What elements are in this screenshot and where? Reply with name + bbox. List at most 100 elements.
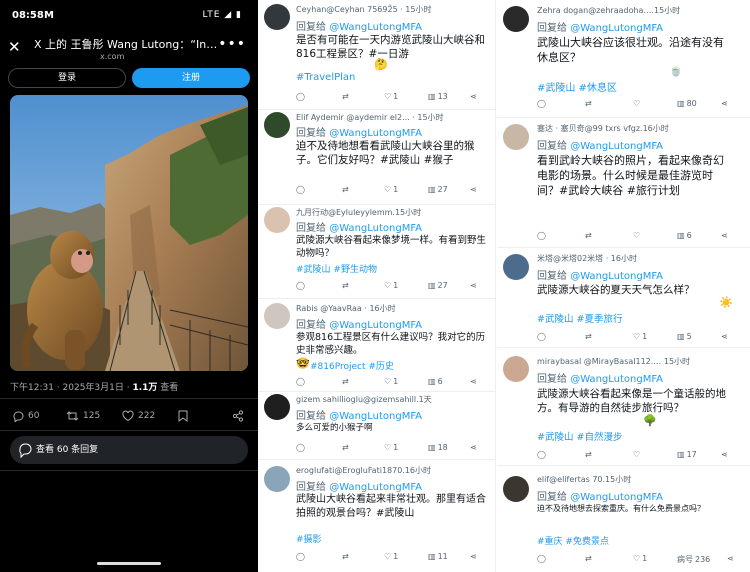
tweet-handle[interactable]: 塞达 · 塞贝奇@99 txrs vfgz.16小时	[537, 123, 747, 134]
reply-icon[interactable]: ◯	[537, 99, 546, 108]
tweet-hashtags[interactable]: #武陵山 #夏季旅行	[537, 311, 622, 325]
share-icon[interactable]: ⋖	[470, 92, 477, 101]
tweet-handle[interactable]: 米塔@米塔02米塔 · 16小时	[537, 253, 747, 264]
retweet-icon[interactable]: ⇄	[342, 552, 349, 561]
like-button[interactable]: ♡ 1	[384, 377, 398, 386]
mention-link[interactable]: @WangLutongMFA	[570, 141, 663, 152]
tweet-handle[interactable]: gizem sahillioglu@gizemsahill.1天	[296, 394, 492, 405]
mention-link[interactable]: @WangLutongMFA	[329, 223, 422, 234]
like-button[interactable]: ♡	[633, 450, 642, 459]
like-button[interactable]: ♡ 1	[633, 332, 647, 341]
avatar[interactable]	[503, 6, 529, 32]
mention-link[interactable]: @WangLutongMFA	[570, 23, 663, 34]
reply-icon[interactable]: ◯	[296, 281, 305, 290]
like-button[interactable]: ♡ 1	[633, 554, 647, 563]
reply-icon[interactable]: ◯	[296, 185, 305, 194]
mention-link[interactable]: @WangLutongMFA	[329, 411, 422, 422]
avatar[interactable]	[264, 207, 290, 233]
mention-link[interactable]: @WangLutongMFA	[570, 271, 663, 282]
share-icon[interactable]: ⋖	[470, 552, 477, 561]
reply-tweet[interactable]: eroglufati@ErogluFati1870.16小时 回复给 @Wang…	[258, 460, 495, 572]
tweet-handle[interactable]: eroglufati@ErogluFati1870.16小时	[296, 465, 492, 476]
views-stat[interactable]: ▥ 18	[428, 443, 448, 452]
avatar[interactable]	[264, 466, 290, 492]
retweet-icon[interactable]: ⇄	[342, 377, 349, 386]
reply-icon[interactable]: ◯	[537, 231, 546, 240]
reply-stat[interactable]: 60	[12, 410, 39, 422]
reply-icon[interactable]: ◯	[537, 450, 546, 459]
retweet-icon[interactable]: ⇄	[585, 231, 592, 240]
views-stat[interactable]: ▥ 11	[428, 552, 448, 561]
retweet-icon[interactable]: ⇄	[342, 185, 349, 194]
like-button[interactable]: ♡	[633, 231, 642, 240]
avatar[interactable]	[264, 112, 290, 138]
avatar[interactable]	[264, 394, 290, 420]
reply-icon[interactable]: ◯	[296, 443, 305, 452]
views-stat[interactable]: ▥ 80	[677, 99, 697, 108]
close-icon[interactable]: ✕	[8, 38, 21, 56]
share-icon[interactable]: ⋖	[470, 281, 477, 290]
tweet-handle[interactable]: Elif Aydemir @aydemir el2... · 15小时	[296, 112, 492, 123]
views-stat[interactable]: ▥ 13	[428, 92, 448, 101]
share-icon[interactable]: ⋖	[727, 554, 734, 563]
tweet-hashtags[interactable]: #重庆 #免费景点	[537, 534, 609, 547]
views-stat[interactable]: ▥ 6	[677, 231, 692, 240]
reply-tweet[interactable]: Ceyhan@Ceyhan 75692̃5 · 15小时 回复给 @WangLu…	[258, 0, 495, 110]
like-button[interactable]: ♡ 1	[384, 281, 398, 290]
bookmark-icon[interactable]	[178, 410, 188, 422]
retweet-icon[interactable]: ⇄	[342, 443, 349, 452]
retweet-icon[interactable]: ⇄	[585, 99, 592, 108]
tweet-handle[interactable]: Ceyhan@Ceyhan 75692̃5 · 15小时	[296, 4, 492, 15]
tweet-hashtags[interactable]: #武陵山 #休息区	[537, 79, 617, 94]
reply-tweet[interactable]: miraybasal @MirayBasal112.… 15小时 回复给 @Wa…	[497, 348, 750, 466]
retweet-icon[interactable]: ⇄	[342, 92, 349, 101]
mention-link[interactable]: @WangLutongMFA	[329, 22, 422, 33]
share-icon[interactable]	[232, 410, 244, 422]
views-stat[interactable]: ▥ 5	[677, 332, 692, 341]
like-button[interactable]: ♡ 1	[384, 92, 398, 101]
views-stat[interactable]: ▥ 6	[428, 377, 443, 386]
tweet-handle[interactable]: miraybasal @MirayBasal112.… 15小时	[537, 356, 747, 367]
like-button[interactable]: ♡ 1	[384, 443, 398, 452]
mention-link[interactable]: @WangLutongMFA	[570, 374, 663, 385]
reply-tweet[interactable]: 米塔@米塔02米塔 · 16小时 回复给 @WangLutongMFA 武陵源大…	[497, 248, 750, 348]
views-stat[interactable]: ▥ 27	[428, 281, 448, 290]
reply-tweet[interactable]: Rabis @YaavRaa · 16小时 回复给 @WangLutongMFA…	[258, 299, 495, 392]
retweet-stat[interactable]: 125	[66, 410, 100, 422]
tweet-hashtags[interactable]: #摄影	[296, 532, 322, 545]
view-replies-button[interactable]: 查看 60 条回复	[10, 436, 248, 464]
avatar[interactable]	[503, 356, 529, 382]
share-icon[interactable]: ⋖	[470, 185, 477, 194]
mention-link[interactable]: @WangLutongMFA	[329, 320, 422, 331]
mention-link[interactable]: @WangLutongMFA	[329, 128, 422, 139]
login-button[interactable]: 登录	[8, 68, 126, 88]
like-button[interactable]: ♡ 1	[384, 185, 398, 194]
share-icon[interactable]: ⋖	[721, 231, 728, 240]
reply-tweet[interactable]: Elif Aydemir @aydemir el2... · 15小时 回复给 …	[258, 110, 495, 205]
reply-tweet[interactable]: elif@elifertas 70.15小时 回复给 @WangLutongMF…	[497, 466, 750, 572]
share-icon[interactable]: ⋖	[721, 450, 728, 459]
tweet-hashtags[interactable]: #816Project #历史	[310, 359, 394, 372]
avatar[interactable]	[264, 4, 290, 30]
reply-icon[interactable]: ◯	[296, 552, 305, 561]
retweet-icon[interactable]: ⇄	[585, 554, 592, 563]
avatar[interactable]	[264, 303, 290, 329]
post-photo[interactable]	[10, 95, 248, 371]
mention-link[interactable]: @WangLutongMFA	[329, 482, 422, 493]
reply-tweet[interactable]: Zehra dogan@zehraadoha.…15小时 回复给 @WangLu…	[497, 0, 750, 118]
share-icon[interactable]: ⋖	[721, 332, 728, 341]
mention-link[interactable]: @WangLutongMFA	[570, 492, 663, 503]
share-icon[interactable]: ⋖	[470, 443, 477, 452]
share-icon[interactable]: ⋖	[721, 99, 728, 108]
reply-icon[interactable]: ◯	[537, 332, 546, 341]
tweet-hashtags[interactable]: #武陵山 #野生动物	[296, 262, 377, 275]
more-icon[interactable]: •••	[218, 36, 246, 52]
share-icon[interactable]: ⋖	[470, 377, 477, 386]
views-stat[interactable]: 病号 236	[677, 554, 710, 565]
reply-icon[interactable]: ◯	[296, 92, 305, 101]
tweet-handle[interactable]: Zehra dogan@zehraadoha.…15小时	[537, 5, 747, 16]
retweet-icon[interactable]: ⇄	[585, 332, 592, 341]
tweet-handle[interactable]: Rabis @YaavRaa · 16小时	[296, 303, 492, 314]
reply-tweet[interactable]: gizem sahillioglu@gizemsahill.1天 回复给 @Wa…	[258, 392, 495, 460]
views-stat[interactable]: ▥ 27	[428, 185, 448, 194]
